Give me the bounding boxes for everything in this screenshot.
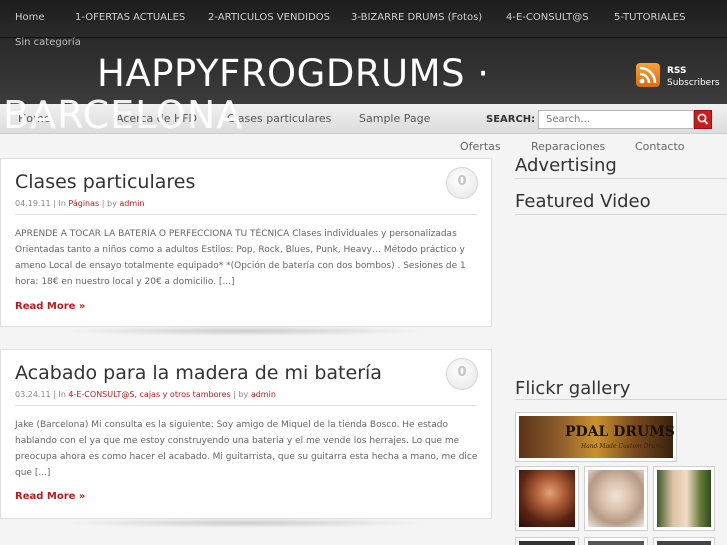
sidebar-divider [515, 214, 727, 215]
read-more-link[interactable]: Read More » [15, 301, 85, 312]
sidebar-advertising-heading: Advertising [515, 155, 617, 176]
top-nav-tutoriales[interactable]: 5-TUTORIALES [614, 12, 685, 23]
top-nav-e-consultas[interactable]: 4-E-CONSULT@S [506, 12, 589, 23]
post-in-label: In [58, 199, 66, 208]
site-header: Home 1-OFERTAS ACTUALES 2-ARTICULOS VEND… [0, 0, 727, 104]
post-author-link[interactable]: admin [251, 390, 276, 399]
comment-count-bubble[interactable]: 0 [446, 167, 478, 199]
main-nav-sample-page[interactable]: Sample Page [359, 112, 430, 125]
rss-subscribers-label[interactable]: Subscribers [667, 78, 720, 88]
sidebar-divider [515, 178, 727, 179]
site-title-line-2[interactable]: BARCELONA [3, 93, 243, 137]
flickr-photo[interactable] [653, 537, 715, 545]
flickr-photo[interactable] [653, 466, 715, 531]
post-card: Acabado para la madera de mi batería 0 0… [0, 349, 492, 519]
flickr-photo[interactable] [584, 466, 648, 531]
top-nav-articulos-vendidos[interactable]: 2-ARTICULOS VENDIDOS [208, 12, 330, 23]
post-title[interactable]: Acabado para la madera de mi batería [15, 362, 382, 384]
nav-reparaciones[interactable]: Reparaciones [531, 140, 605, 153]
sidebar-flickr-heading: Flickr gallery [515, 378, 631, 399]
post-divider [15, 214, 477, 215]
site-title[interactable]: HAPPYFROGDRUMS · [97, 52, 490, 95]
top-navigation: Home 1-OFERTAS ACTUALES 2-ARTICULOS VEND… [0, 0, 727, 38]
top-nav-ofertas-actuales[interactable]: 1-OFERTAS ACTUALES [75, 12, 185, 23]
post-category-link[interactable]: 4-E-CONSULT@S, cajas y otros tambores [68, 390, 230, 399]
nav-contacto[interactable]: Contacto [635, 140, 685, 153]
post-title[interactable]: Clases particulares [15, 171, 195, 193]
nav-ofertas[interactable]: Ofertas [460, 140, 501, 153]
flickr-banner-subtext: Hand Made Custom Drums [581, 443, 664, 450]
flickr-photo[interactable] [515, 537, 579, 545]
post-meta: 04.19.11 | In Páginas | by admin [15, 199, 145, 208]
flickr-banner-text: PDAL DRUMS [565, 424, 675, 440]
post-card: Clases particulares 0 04.19.11 | In Pági… [0, 158, 492, 327]
top-nav-home[interactable]: Home [15, 12, 45, 23]
search-button[interactable] [694, 110, 712, 129]
post-by-label: by [238, 390, 249, 399]
flickr-photo-banner[interactable]: PDAL DRUMS Hand Made Custom Drums [515, 412, 677, 462]
post-author-link[interactable]: admin [119, 199, 144, 208]
flickr-photo[interactable] [584, 537, 648, 545]
post-excerpt: Jake (Barcelona) Mi consulta es la sigui… [15, 420, 478, 478]
top-nav-bizarre-drums[interactable]: 3-BIZARRE DRUMS (Fotos) [351, 12, 482, 23]
post-category-link[interactable]: Páginas [68, 199, 99, 208]
search-icon [697, 113, 709, 125]
rss-label[interactable]: RSS [667, 66, 687, 76]
flickr-photo[interactable] [515, 466, 579, 531]
post-divider [15, 405, 477, 406]
post-shadow [60, 518, 430, 528]
comment-count-bubble[interactable]: 0 [446, 358, 478, 390]
sidebar-featured-video-heading: Featured Video [515, 191, 651, 212]
search-label: SEARCH: [486, 114, 536, 125]
sidebar-divider [515, 399, 727, 400]
post-by-label: by [106, 199, 117, 208]
rss-icon[interactable] [636, 63, 660, 87]
post-date: 03.24.11 [15, 390, 51, 399]
top-nav-divider [0, 37, 727, 38]
search-input[interactable] [538, 110, 694, 129]
post-shadow [60, 326, 430, 336]
read-more-link[interactable]: Read More » [15, 491, 85, 502]
top-nav-sin-categoria[interactable]: Sin categoría [15, 37, 81, 48]
post-meta: 03.24.11 | In 4-E-CONSULT@S, cajas y otr… [15, 390, 276, 399]
post-date: 04.19.11 [15, 199, 51, 208]
post-in-label: In [58, 390, 66, 399]
post-excerpt: APRENDE A TOCAR LA BATERÍA O PERFECCIONA… [15, 229, 466, 287]
